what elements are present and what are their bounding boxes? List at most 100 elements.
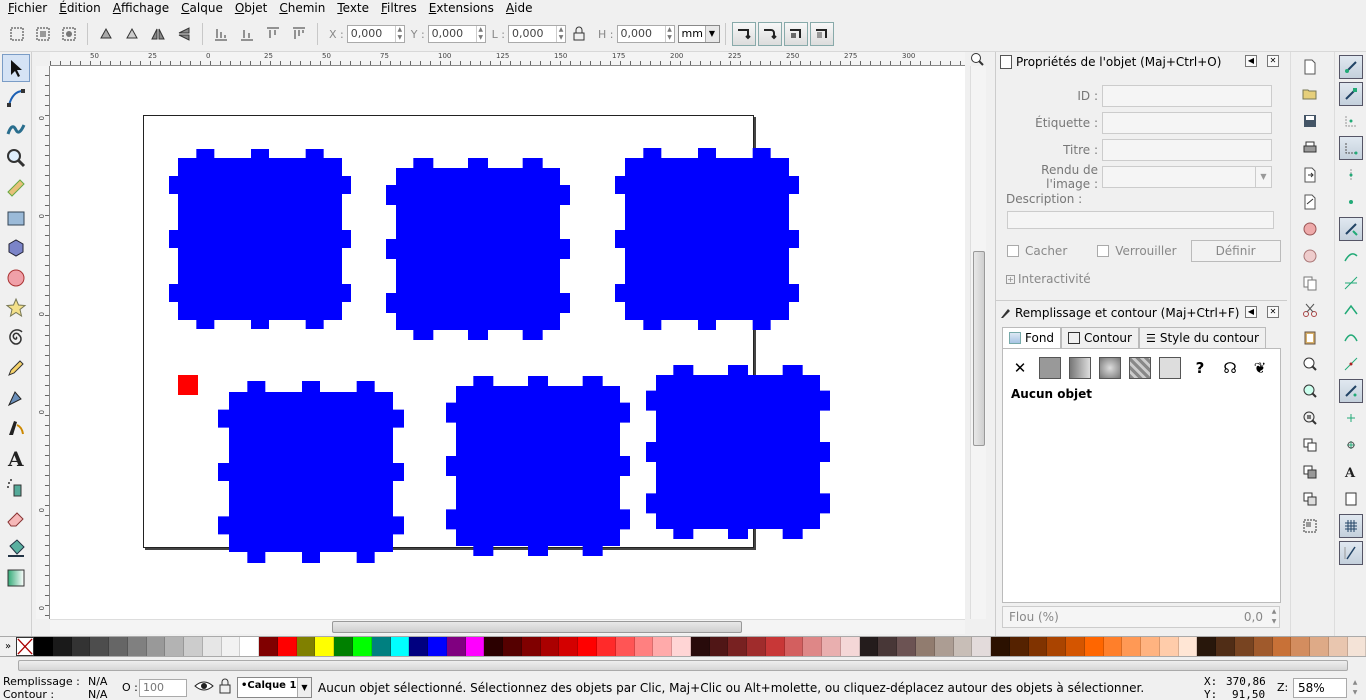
rotate-ccw-icon[interactable]: [95, 23, 117, 45]
close-icon[interactable]: ✕: [1267, 306, 1279, 318]
description-field[interactable]: [1007, 211, 1274, 229]
snap-cusp-icon[interactable]: [1339, 298, 1363, 322]
zoom-tool-icon[interactable]: [2, 144, 30, 172]
move-gradients-icon[interactable]: [783, 22, 808, 46]
box3d-tool-icon[interactable]: [2, 234, 30, 262]
raise-icon[interactable]: [262, 23, 284, 45]
chevron-down-icon[interactable]: ▼: [704, 26, 719, 42]
select-all-layers-icon[interactable]: [32, 23, 54, 45]
snap-nodes-icon[interactable]: [1338, 217, 1363, 241]
palette-swatch[interactable]: [840, 637, 860, 656]
palette-swatch[interactable]: [1141, 637, 1160, 656]
palette-swatch[interactable]: [259, 637, 278, 656]
menu-item-0[interactable]: Fichier: [2, 0, 53, 17]
palette-menu-icon[interactable]: »: [0, 637, 16, 656]
expand-plus-icon[interactable]: +: [1006, 274, 1015, 284]
menu-item-2[interactable]: Affichage: [107, 0, 175, 17]
palette-swatch[interactable]: [972, 637, 992, 656]
snap-text-baseline-icon[interactable]: A: [1339, 460, 1363, 484]
palette-swatch[interactable]: [934, 637, 954, 656]
palette-swatch[interactable]: [859, 637, 879, 656]
unit-select[interactable]: mm ▼: [677, 25, 720, 43]
scale-corners-icon[interactable]: [757, 22, 782, 46]
x-input[interactable]: 0,000 ▲ ▼: [346, 25, 405, 43]
unset-paint-icon[interactable]: ?: [1189, 357, 1211, 379]
snap-rotation-center-icon[interactable]: [1339, 433, 1363, 457]
clone-icon[interactable]: [1298, 460, 1322, 484]
horizontal-scroll-thumb[interactable]: [332, 621, 742, 633]
bucket-tool-icon[interactable]: [2, 534, 30, 562]
copy-icon[interactable]: [1298, 271, 1322, 295]
blur-spinner-icon[interactable]: ▲ ▼: [1269, 607, 1279, 627]
tab-stroke-style[interactable]: ☰ Style du contour: [1138, 327, 1266, 348]
palette-swatch[interactable]: [146, 637, 166, 656]
palette-swatch[interactable]: [1291, 637, 1311, 656]
snap-page-border-icon[interactable]: [1339, 487, 1363, 511]
palette-swatch[interactable]: [1159, 637, 1179, 656]
palette-swatch[interactable]: [634, 637, 654, 656]
snap-bbox-corner-icon[interactable]: [1338, 136, 1363, 160]
zoom-input[interactable]: 58%: [1293, 678, 1347, 698]
palette-swatch[interactable]: [1122, 637, 1142, 656]
calligraphy-tool-icon[interactable]: [2, 414, 30, 442]
palette-swatch[interactable]: [521, 637, 541, 656]
no-color-swatch[interactable]: [16, 637, 34, 656]
print-icon[interactable]: [1298, 136, 1322, 160]
blur-field[interactable]: Flou (%) 0,0 ▲ ▼: [1002, 606, 1280, 628]
opacity-input[interactable]: 100: [139, 679, 187, 697]
palette-swatch[interactable]: [109, 637, 128, 656]
height-input[interactable]: 0,000 ▲ ▼: [616, 25, 675, 43]
palette-swatch[interactable]: [1347, 637, 1366, 656]
palette-swatch[interactable]: [503, 637, 522, 656]
eraser-tool-icon[interactable]: [2, 504, 30, 532]
id-field[interactable]: [1102, 84, 1272, 107]
no-paint-icon[interactable]: ✕: [1009, 357, 1031, 379]
tab-stroke[interactable]: Contour: [1061, 327, 1139, 348]
palette-swatch[interactable]: [578, 637, 597, 656]
palette-swatch[interactable]: [465, 637, 485, 656]
cut-icon[interactable]: [1298, 298, 1322, 322]
palette-swatch[interactable]: [953, 637, 973, 656]
snap-midpoint-icon[interactable]: [1339, 352, 1363, 376]
palette-swatch[interactable]: [127, 637, 147, 656]
palette-swatch[interactable]: [897, 637, 916, 656]
palette-swatch[interactable]: [446, 637, 466, 656]
zoom-selection-icon[interactable]: [1298, 352, 1322, 376]
palette-swatch[interactable]: [615, 637, 635, 656]
menu-item-5[interactable]: Chemin: [273, 0, 331, 17]
palette-swatch[interactable]: [1216, 637, 1235, 656]
puzzle-piece[interactable]: [646, 365, 830, 539]
selector-tool-icon[interactable]: [2, 54, 30, 82]
palette-swatch[interactable]: [371, 637, 391, 656]
palette-swatch[interactable]: [991, 637, 1010, 656]
puzzle-piece[interactable]: [615, 148, 799, 330]
palette-swatch[interactable]: [428, 637, 447, 656]
snap-object-center-icon[interactable]: [1339, 406, 1363, 430]
palette-swatch[interactable]: [728, 637, 748, 656]
width-spinner-icon[interactable]: ▲ ▼: [556, 26, 565, 42]
menu-item-1[interactable]: Édition: [53, 0, 107, 17]
pen-tool-icon[interactable]: [2, 384, 30, 412]
palette-swatch[interactable]: [409, 637, 429, 656]
palette-swatch[interactable]: [165, 637, 185, 656]
palette-swatch[interactable]: [672, 637, 691, 656]
palette-swatch[interactable]: [202, 637, 222, 656]
palette-swatch[interactable]: [34, 637, 53, 656]
vertical-scrollbar[interactable]: [970, 66, 986, 619]
unlink-clone-icon[interactable]: [1298, 487, 1322, 511]
drawing-canvas[interactable]: [50, 66, 965, 619]
puzzle-piece[interactable]: [218, 381, 404, 563]
mesh-gradient-icon[interactable]: [1129, 357, 1151, 379]
palette-swatch[interactable]: [803, 637, 823, 656]
palette-swatch[interactable]: [1253, 637, 1273, 656]
palette-swatch[interactable]: [334, 637, 354, 656]
star-tool-icon[interactable]: [2, 294, 30, 322]
snap-bbox-midpoint-icon[interactable]: [1339, 163, 1363, 187]
layer-lock-icon[interactable]: [218, 678, 232, 697]
palette-swatch[interactable]: [71, 637, 91, 656]
palette-swatch[interactable]: [878, 637, 898, 656]
new-document-icon[interactable]: [1298, 55, 1322, 79]
menu-item-4[interactable]: Objet: [229, 0, 274, 17]
palette-swatch[interactable]: [1235, 637, 1254, 656]
palette-swatch[interactable]: [1178, 637, 1198, 656]
